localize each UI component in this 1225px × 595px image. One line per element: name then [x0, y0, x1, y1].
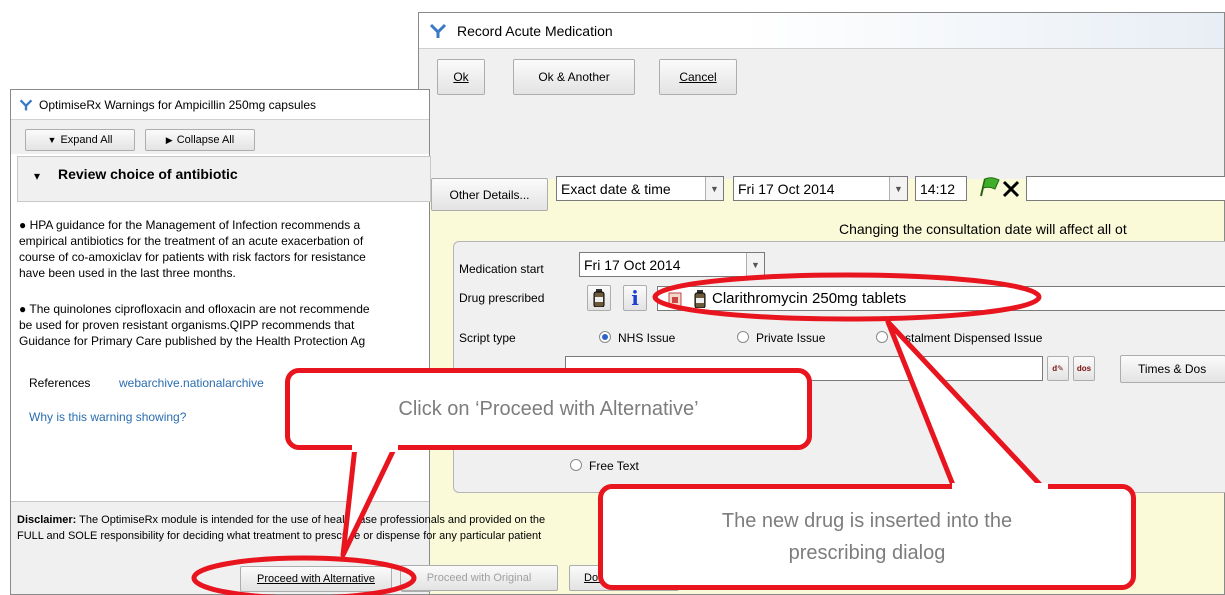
- drug-prescribed-label: Drug prescribed: [459, 291, 545, 305]
- medication-start-value: Fri 17 Oct 2014: [584, 256, 681, 273]
- drug-pack-button[interactable]: [587, 285, 611, 311]
- chevron-down-icon[interactable]: ▼: [746, 253, 764, 276]
- dose-calc-button[interactable]: d✎: [1047, 356, 1069, 381]
- callout-join-top: [352, 440, 398, 452]
- optimiserx-warnings-window: OptimiseRx Warnings for Ampicillin 250mg…: [10, 89, 545, 595]
- chevron-down-icon[interactable]: ▼: [889, 177, 907, 200]
- script-type-private-radio[interactable]: [737, 331, 749, 343]
- date-mode-value: Exact date & time: [561, 180, 671, 197]
- ok-another-label: Ok & Another: [538, 70, 610, 84]
- script-type-nhs-label: NHS Issue: [618, 331, 676, 345]
- acute-window-title: Record Acute Medication: [457, 22, 613, 39]
- rx-titlebar: OptimiseRx Warnings for Ampicillin 250mg…: [11, 90, 429, 120]
- collapse-all-label: Collapse All: [176, 134, 235, 146]
- date-change-warning: Changing the consultation date will affe…: [839, 221, 1127, 237]
- paragraph-line: be used for proven resistant organisms.Q…: [19, 318, 355, 332]
- dose-edit-button[interactable]: dos: [1073, 356, 1095, 381]
- dose-edit-icon: dos: [1076, 364, 1092, 373]
- disclaimer-line-1: Disclaimer: The OptimiseRx module is int…: [17, 514, 546, 526]
- date-mode-select[interactable]: Exact date & time ▼: [556, 176, 724, 201]
- other-details-button[interactable]: Other Details...: [431, 178, 548, 211]
- consultation-date-select[interactable]: Fri 17 Oct 2014 ▼: [733, 176, 908, 201]
- medicine-bottle-icon: [593, 289, 605, 307]
- medication-start-select[interactable]: Fri 17 Oct 2014 ▼: [579, 252, 765, 277]
- consultation-time-value: 14:12: [920, 180, 956, 197]
- callout-join-bottom: [952, 483, 1048, 495]
- info-icon: i: [631, 286, 639, 310]
- proceed-alternative-label: Proceed with Alternative: [256, 573, 375, 585]
- paragraph-line: empirical antibiotics for the treatment …: [19, 234, 364, 248]
- rx-window-title: OptimiseRx Warnings for Ampicillin 250mg…: [39, 97, 316, 112]
- paragraph-line: ● The quinolones ciprofloxacin and oflox…: [19, 302, 370, 316]
- proceed-original-label: Proceed with Original: [426, 572, 532, 584]
- script-type-instalment-label: Instalment Dispensed Issue: [895, 331, 1043, 345]
- cancel-button[interactable]: Cancel: [659, 59, 737, 95]
- warning-section-header[interactable]: ▾ Review choice of antibiotic: [17, 156, 431, 202]
- clear-x-icon[interactable]: [1002, 180, 1020, 198]
- proceed-with-alternative-button[interactable]: Proceed with Alternative: [240, 566, 392, 592]
- consultation-note-field[interactable]: [1026, 176, 1225, 201]
- green-flag-icon[interactable]: [977, 176, 1001, 198]
- medicine-bottle-icon: [694, 289, 706, 308]
- proceed-callout: Click on ‘Proceed with Alternative’: [285, 368, 812, 450]
- references-link[interactable]: webarchive.nationalarchive: [119, 375, 264, 391]
- drug-prescribed-value: Clarithromycin 250mg tablets: [712, 290, 907, 307]
- drug-inserted-text-1: The new drug is inserted into the: [721, 510, 1013, 532]
- proceed-with-original-button-visible[interactable]: Proceed with Original: [400, 565, 558, 591]
- expand-all-label: Expand All: [60, 134, 113, 146]
- drug-inserted-callout: The new drug is inserted into the prescr…: [598, 484, 1136, 590]
- script-type-private-label: Private Issue: [756, 331, 826, 345]
- free-text-radio[interactable]: [570, 459, 582, 471]
- collapse-all-button[interactable]: ▶ Collapse All: [145, 129, 255, 151]
- proceed-callout-text: Click on ‘Proceed with Alternative’: [398, 398, 699, 420]
- other-details-label: Other Details...: [449, 187, 530, 202]
- cancel-label: Cancel: [679, 70, 717, 84]
- paragraph-line: ● HPA guidance for the Management of Inf…: [19, 218, 361, 232]
- free-text-label: Free Text: [589, 459, 639, 473]
- medication-start-label: Medication start: [459, 262, 544, 276]
- bullet-icon: ●: [19, 218, 30, 232]
- why-warning-link[interactable]: Why is this warning showing?: [29, 409, 186, 425]
- drug-info-button[interactable]: i: [623, 285, 647, 311]
- section-title: Review choice of antibiotic: [58, 166, 238, 182]
- drug-inserted-text-2: prescribing dialog: [788, 542, 946, 564]
- expand-all-button[interactable]: ▼ Expand All: [25, 129, 135, 151]
- ok-button[interactable]: Ok: [437, 59, 485, 95]
- collapse-caret-icon: ▾: [34, 169, 41, 183]
- consultation-time-field[interactable]: 14:12: [915, 176, 967, 201]
- ok-button-label: Ok: [453, 70, 469, 84]
- script-type-label: Script type: [459, 331, 516, 345]
- ok-and-another-button[interactable]: Ok & Another: [513, 59, 635, 95]
- paragraph-line: Guidance for Primary Care published by t…: [19, 334, 366, 348]
- script-type-nhs-radio[interactable]: [599, 331, 611, 343]
- drug-pack-small-icon: [668, 292, 682, 306]
- app-logo-icon: [429, 23, 447, 38]
- dose-calculator-icon: d✎: [1052, 364, 1064, 373]
- chevron-down-icon[interactable]: ▼: [705, 177, 723, 200]
- times-and-dose-button[interactable]: Times & Dos: [1120, 355, 1225, 383]
- references-label: References: [29, 376, 91, 390]
- triangle-down-icon: ▼: [47, 135, 57, 145]
- app-logo-icon: [19, 99, 33, 110]
- times-dose-label: Times & Dos: [1138, 362, 1207, 376]
- consultation-date-value: Fri 17 Oct 2014: [738, 180, 835, 197]
- paragraph-line: have been used in the last three months.: [19, 266, 236, 280]
- script-type-instalment-radio[interactable]: [876, 331, 888, 343]
- paragraph-line: course of co-amoxiclav for patients with…: [19, 250, 366, 264]
- triangle-right-icon: ▶: [165, 134, 173, 145]
- drug-prescribed-field[interactable]: Clarithromycin 250mg tablets: [657, 286, 1225, 311]
- bullet-icon: ●: [19, 302, 30, 316]
- disclaimer-line-2: FULL and SOLE responsibility for decidin…: [17, 530, 542, 542]
- acute-titlebar: Record Acute Medication: [419, 13, 1224, 49]
